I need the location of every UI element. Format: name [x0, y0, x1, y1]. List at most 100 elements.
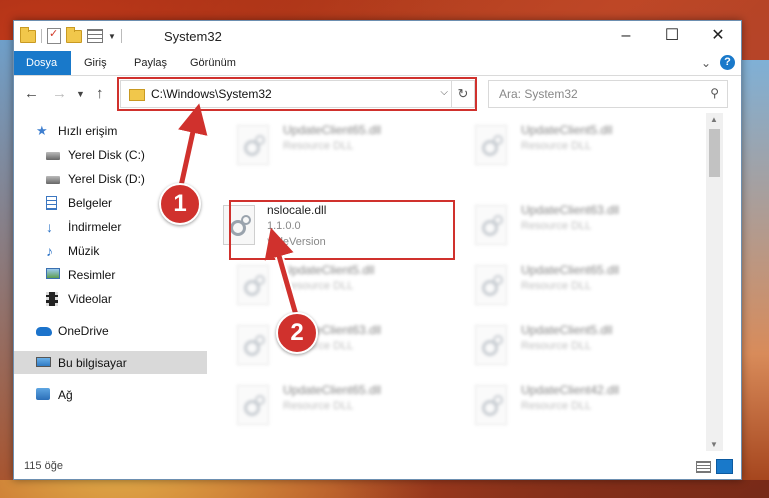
help-icon[interactable]: ?: [720, 55, 735, 70]
file-type: Resource DLL: [283, 140, 354, 152]
tab-share[interactable]: Paylaş: [122, 51, 179, 75]
search-box[interactable]: Ara: System32 ⚲: [488, 80, 728, 108]
file-type: Resource DLL: [521, 400, 592, 412]
star-icon: ★: [36, 122, 48, 138]
details-view-icon[interactable]: [696, 461, 711, 473]
file-name: UpdateClient42.dll: [521, 383, 620, 397]
sidebar-item-label: Ağ: [58, 387, 73, 402]
view-icon[interactable]: [87, 29, 103, 43]
sidebar-item-videos[interactable]: Videolar 📌: [14, 287, 238, 310]
sidebar-item-label: Müzik: [68, 243, 100, 258]
highlight-box-file: [229, 200, 455, 260]
explorer-window: ▼ System32 – ☐ ✕ Dosya Giriş Paylaş Görü…: [13, 20, 742, 480]
sidebar-item-label: İndirmeler: [68, 219, 122, 234]
window-title: System32: [164, 29, 222, 44]
file-item[interactable]: UpdateClient65.dll Resource DLL: [207, 379, 427, 435]
sidebar-item-label: Bu bilgisayar: [58, 355, 127, 370]
search-icon[interactable]: ⚲: [710, 86, 719, 100]
sidebar-item-pictures[interactable]: Resimler 📌: [14, 263, 238, 286]
file-name: UpdateClient63.dll: [521, 203, 620, 217]
search-input[interactable]: Ara: System32: [499, 87, 578, 101]
dll-file-icon: [475, 385, 507, 425]
file-item[interactable]: UpdateClient42.dll Resource DLL: [445, 379, 665, 435]
file-item[interactable]: UpdateClient65.dll Resource DLL: [445, 259, 665, 315]
file-type: Resource DLL: [521, 280, 592, 292]
sidebar-item-label: Videolar: [68, 291, 112, 306]
forward-button[interactable]: →: [52, 85, 67, 102]
up-button[interactable]: ↑: [96, 85, 104, 102]
maximize-button[interactable]: ☐: [649, 21, 695, 51]
expand-ribbon-chevron-icon[interactable]: ⌄: [701, 56, 711, 70]
file-item[interactable]: UpdateClient5.dll Resource DLL: [445, 119, 665, 175]
network-icon: [36, 387, 50, 400]
close-button[interactable]: ✕: [695, 21, 741, 51]
file-type: Resource DLL: [521, 140, 592, 152]
properties-icon[interactable]: [47, 27, 61, 44]
file-item[interactable]: UpdateClient65.dll Resource DLL: [207, 119, 427, 175]
file-name: UpdateClient5.dll: [521, 323, 613, 337]
sidebar-item-local-disk-d[interactable]: Yerel Disk (D:) 📌: [14, 167, 238, 190]
status-bar: 115 öğe: [14, 453, 741, 479]
customize-toolbar-dropdown-icon[interactable]: ▼: [108, 32, 116, 41]
back-button[interactable]: ←: [24, 85, 39, 102]
tab-view[interactable]: Görünüm: [178, 51, 248, 75]
dll-file-icon: [237, 385, 269, 425]
navigation-bar: ← → ▼ ↑ C:\Windows\System32 ⌵ ↻ Ara: Sys…: [14, 76, 741, 112]
recent-locations-dropdown-icon[interactable]: ▼: [76, 89, 85, 99]
dll-file-icon: [475, 325, 507, 365]
dll-file-icon: [237, 265, 269, 305]
folder-icon: [20, 26, 36, 43]
minimize-button[interactable]: –: [603, 21, 649, 51]
toolbar-separator: [41, 29, 42, 43]
sidebar-item-quick-access[interactable]: ★ Hızlı erişim: [14, 119, 228, 142]
sidebar-item-downloads[interactable]: ↓ İndirmeler 📌: [14, 215, 238, 238]
computer-icon: [36, 356, 51, 367]
file-type: Resource DLL: [283, 400, 354, 412]
file-item[interactable]: UpdateClient5.dll Resource DLL: [207, 259, 427, 315]
ribbon-tabs: Dosya Giriş Paylaş Görünüm ⌄ ?: [14, 51, 741, 76]
sidebar-item-onedrive[interactable]: OneDrive: [14, 319, 228, 342]
file-list: UpdateClient65.dll Resource DLL UpdateCl…: [207, 113, 723, 451]
sidebar-item-label: Hızlı erişim: [58, 123, 118, 138]
documents-icon: [46, 195, 57, 210]
background-sky-left: [0, 40, 14, 480]
sidebar-item-this-pc[interactable]: Bu bilgisayar: [14, 351, 228, 374]
file-name: UpdateClient65.dll: [521, 263, 620, 277]
pictures-icon: [46, 267, 60, 279]
background-sky-right: [739, 60, 769, 480]
file-name: UpdateClient5.dll: [521, 123, 613, 137]
scroll-down-icon[interactable]: ▼: [710, 440, 718, 449]
scrollbar-thumb[interactable]: [709, 129, 720, 177]
dll-file-icon: [237, 125, 269, 165]
file-name: UpdateClient65.dll: [283, 123, 382, 137]
file-item[interactable]: UpdateClient63.dll Resource DLL: [445, 199, 665, 255]
sidebar-item-label: Resimler: [68, 267, 116, 282]
sidebar-item-music[interactable]: ♪ Müzik 📌: [14, 239, 238, 262]
file-name: UpdateClient65.dll: [283, 383, 382, 397]
music-icon: ♪: [46, 242, 53, 259]
step-badge-2: 2: [276, 312, 318, 354]
item-count: 115 öğe: [24, 460, 63, 472]
dll-file-icon: [475, 125, 507, 165]
sidebar-item-label: OneDrive: [58, 323, 109, 338]
download-icon: ↓: [46, 218, 53, 235]
large-icons-view-icon[interactable]: [716, 459, 733, 474]
videos-icon: [46, 291, 58, 306]
sidebar-item-documents[interactable]: Belgeler 📌: [14, 191, 238, 214]
scroll-up-icon[interactable]: ▲: [710, 115, 718, 124]
drive-icon: [46, 151, 60, 160]
file-type: Resource DLL: [283, 280, 354, 292]
tab-file[interactable]: Dosya: [14, 51, 71, 75]
cloud-icon: [36, 326, 52, 336]
vertical-scrollbar[interactable]: ▲ ▼: [706, 113, 723, 451]
file-item[interactable]: UpdateClient5.dll Resource DLL: [445, 319, 665, 375]
sidebar-item-network[interactable]: Ağ: [14, 383, 228, 406]
tab-home[interactable]: Giriş: [72, 51, 119, 75]
sidebar-item-local-disk-c[interactable]: Yerel Disk (C:) 📌: [14, 143, 238, 166]
sidebar-item-label: Yerel Disk (C:): [68, 147, 145, 162]
new-folder-icon[interactable]: [66, 26, 82, 43]
dll-file-icon: [237, 325, 269, 365]
dll-file-icon: [475, 205, 507, 245]
drive-icon: [46, 175, 60, 184]
navigation-pane: ★ Hızlı erişim Yerel Disk (C:) 📌 Yerel D…: [14, 113, 230, 451]
